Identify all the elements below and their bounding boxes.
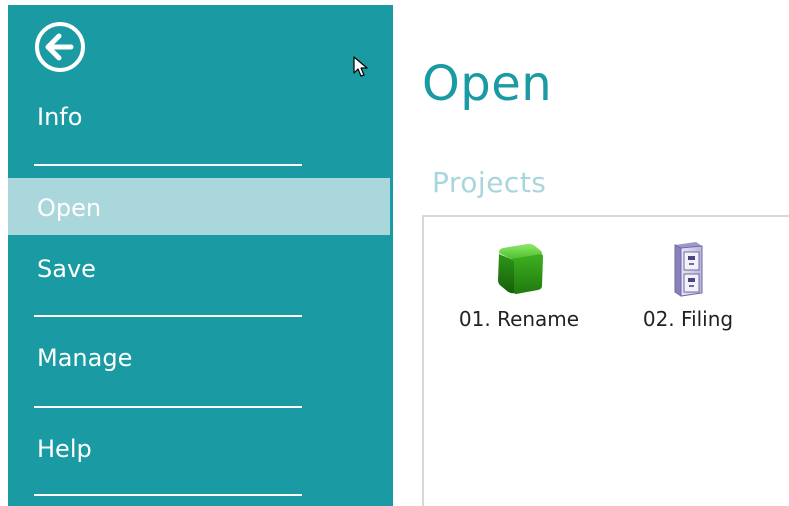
sidebar-item-label: Info [37,103,83,131]
sidebar: Info Open Save Manage Help [8,5,393,506]
filing-cabinet-icon [674,242,703,297]
sidebar-item-label: Manage [37,344,133,372]
divider [34,406,302,408]
back-arrow-icon [35,22,85,72]
sidebar-item-label: Help [37,435,92,463]
divider [34,164,302,166]
project-name: 02. Filing [642,307,734,331]
project-item-filing[interactable]: 02. Filing [613,239,763,331]
back-button[interactable] [33,20,87,74]
sidebar-item-label: Open [37,194,102,222]
projects-panel: 01. Rename 02. Filing [422,215,789,506]
sidebar-item-label: Save [37,255,96,283]
sidebar-item-save[interactable]: Save [8,255,390,295]
sidebar-item-open[interactable]: Open [8,178,390,235]
page-title: Open [422,56,553,112]
divider [34,315,302,317]
section-title-projects: Projects [432,166,547,199]
backstage-view: Info Open Save Manage Help Open Projects [0,0,789,506]
mouse-cursor-icon [353,56,368,77]
project-item-rename[interactable]: 01. Rename [444,239,594,331]
sidebar-item-manage[interactable]: Manage [8,344,390,384]
sidebar-item-help[interactable]: Help [8,435,390,475]
sidebar-item-info[interactable]: Info [8,103,390,143]
green-cube-icon [498,243,543,294]
divider [34,494,302,496]
project-name: 01. Rename [458,307,580,331]
